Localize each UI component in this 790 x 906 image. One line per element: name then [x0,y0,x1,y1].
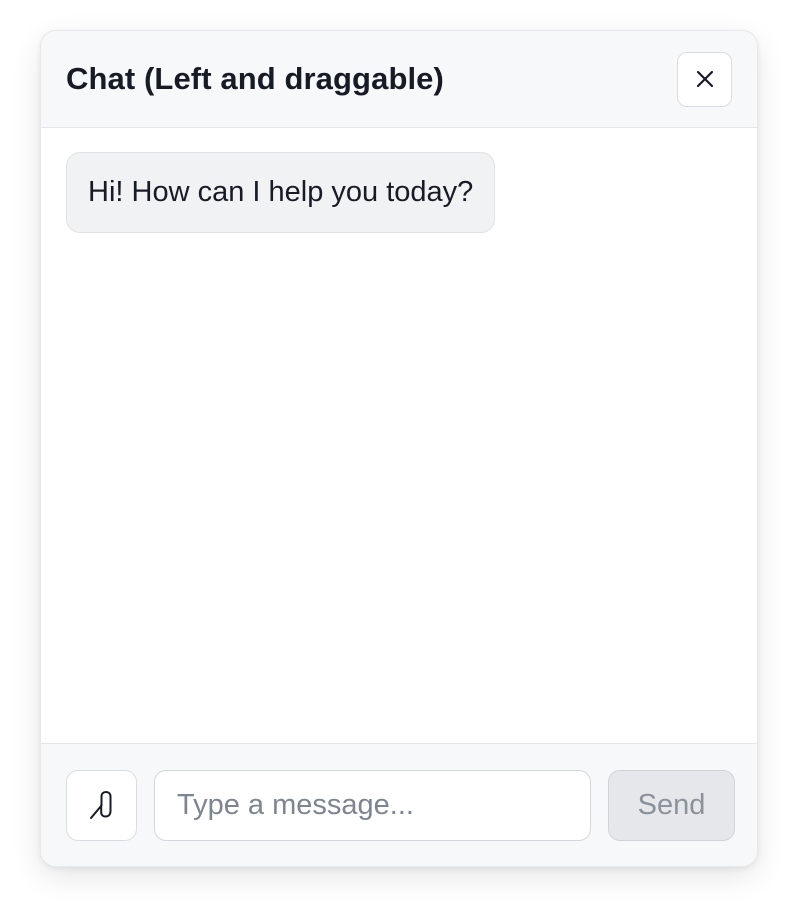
paperclip-icon [89,791,111,819]
close-button[interactable] [677,51,732,107]
assistant-message-bubble: Hi! How can I help you today? [66,152,496,233]
message-list: Hi! How can I help you today? [41,128,757,743]
attach-button[interactable] [66,769,137,841]
close-icon [696,70,713,88]
chat-header-drag-handle[interactable]: Chat (Left and draggable) [41,31,757,128]
chat-title: Chat (Left and draggable) [66,61,444,96]
chat-panel: Chat (Left and draggable) Hi! How can I … [40,30,758,867]
message-input[interactable] [154,769,591,841]
composer: Send [41,743,757,866]
send-button[interactable]: Send [608,769,735,841]
